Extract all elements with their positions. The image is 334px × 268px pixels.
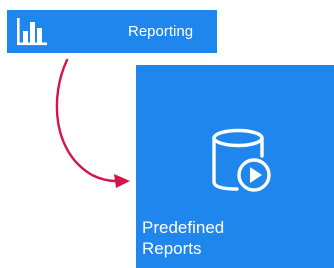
reporting-label: Reporting [128, 23, 194, 40]
stage: Reporting Predefined Reports [0, 0, 334, 268]
database-play-icon [212, 128, 271, 192]
tile-label: Predefined Reports [142, 217, 322, 259]
predefined-reports-tile[interactable]: Predefined Reports [136, 65, 334, 268]
tile-label-line2: Reports [142, 239, 202, 258]
tile-label-line1: Predefined [142, 218, 225, 237]
bar-chart-icon [17, 18, 47, 46]
reporting-menu-item[interactable]: Reporting [7, 10, 217, 53]
